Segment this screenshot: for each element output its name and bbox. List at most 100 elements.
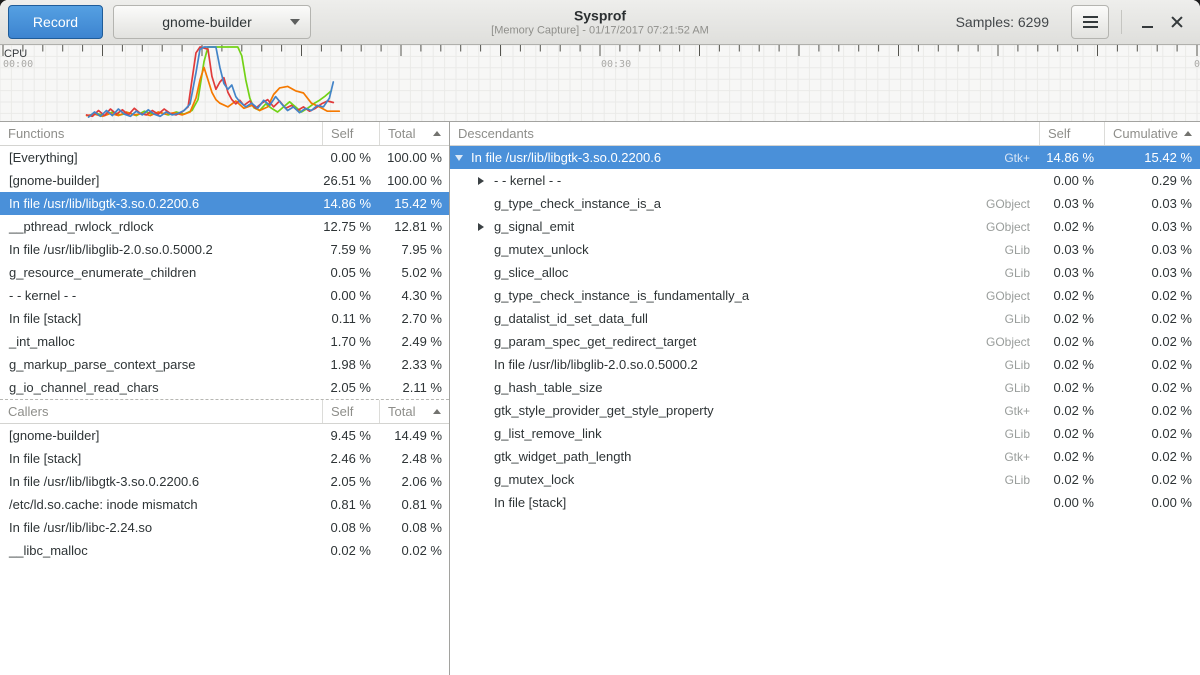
library-category-tag: Gtk+ bbox=[1004, 404, 1040, 418]
tree-row[interactable]: In file /usr/lib/libglib-2.0.so.0.5000.2… bbox=[450, 353, 1200, 376]
self-percent-cell: 0.02 % bbox=[1040, 403, 1105, 418]
descendant-label: gtk_style_provider_get_style_property bbox=[494, 403, 714, 418]
self-percent-cell: 0.00 % bbox=[323, 288, 380, 303]
tree-row[interactable]: g_hash_table_sizeGLib0.02 %0.02 % bbox=[450, 376, 1200, 399]
hamburger-menu-button[interactable] bbox=[1071, 5, 1109, 39]
library-category-tag: GLib bbox=[1005, 243, 1040, 257]
descendant-name-cell: g_type_check_instance_is_aGObject bbox=[450, 196, 1040, 211]
samples-count: Samples: 6299 bbox=[956, 14, 1049, 30]
self-percent-cell: 0.02 % bbox=[1040, 288, 1105, 303]
tree-row[interactable]: g_mutex_lockGLib0.02 %0.02 % bbox=[450, 468, 1200, 491]
tree-row[interactable]: In file /usr/lib/libgtk-3.so.0.2200.6Gtk… bbox=[450, 146, 1200, 169]
library-category-tag: GLib bbox=[1005, 381, 1040, 395]
table-row[interactable]: In file [stack]2.46 %2.48 % bbox=[0, 447, 449, 470]
total-percent-cell: 14.49 % bbox=[380, 428, 449, 443]
column-header-self[interactable]: Self bbox=[1040, 122, 1105, 145]
tree-row[interactable]: g_param_spec_get_redirect_targetGObject0… bbox=[450, 330, 1200, 353]
tree-row[interactable]: gtk_widget_path_lengthGtk+0.02 %0.02 % bbox=[450, 445, 1200, 468]
table-row[interactable]: In file /usr/lib/libglib-2.0.so.0.5000.2… bbox=[0, 238, 449, 261]
descendant-label: g_hash_table_size bbox=[494, 380, 602, 395]
tree-row[interactable]: g_mutex_unlockGLib0.03 %0.03 % bbox=[450, 238, 1200, 261]
descendant-label: gtk_widget_path_length bbox=[494, 449, 631, 464]
self-percent-cell: 0.02 % bbox=[1040, 426, 1105, 441]
table-row[interactable]: In file /usr/lib/libgtk-3.so.0.2200.614.… bbox=[0, 192, 449, 215]
cumulative-percent-cell: 0.03 % bbox=[1105, 219, 1200, 234]
column-header-cumulative[interactable]: Cumulative bbox=[1105, 122, 1200, 145]
cumulative-percent-cell: 0.02 % bbox=[1105, 426, 1200, 441]
cpu-usage-graph[interactable]: CPU 00:00 00:30 01:00 bbox=[0, 45, 1200, 122]
function-name-cell: In file /usr/lib/libgtk-3.so.0.2200.6 bbox=[0, 196, 323, 211]
cumulative-percent-cell: 0.02 % bbox=[1105, 449, 1200, 464]
table-row[interactable]: g_markup_parse_context_parse1.98 %2.33 % bbox=[0, 353, 449, 376]
cpu-graph-canvas[interactable] bbox=[0, 45, 1200, 121]
table-row[interactable]: [gnome-builder]26.51 %100.00 % bbox=[0, 169, 449, 192]
function-name-cell: [gnome-builder] bbox=[0, 173, 323, 188]
self-percent-cell: 0.08 % bbox=[323, 520, 380, 535]
descendant-label: - - kernel - - bbox=[494, 173, 561, 188]
column-header-self[interactable]: Self bbox=[323, 400, 380, 423]
tree-expander-icon[interactable] bbox=[478, 223, 494, 231]
tree-row[interactable]: g_type_check_instance_is_fundamentally_a… bbox=[450, 284, 1200, 307]
callers-table-header: Callers Self Total bbox=[0, 400, 449, 424]
tree-row[interactable]: g_datalist_id_set_data_fullGLib0.02 %0.0… bbox=[450, 307, 1200, 330]
function-name-cell: In file [stack] bbox=[0, 451, 323, 466]
column-header-functions[interactable]: Functions bbox=[0, 122, 323, 145]
self-percent-cell: 0.03 % bbox=[1040, 196, 1105, 211]
total-percent-cell: 2.70 % bbox=[380, 311, 449, 326]
tree-row[interactable]: g_list_remove_linkGLib0.02 %0.02 % bbox=[450, 422, 1200, 445]
total-percent-cell: 100.00 % bbox=[380, 150, 449, 165]
self-percent-cell: 0.02 % bbox=[1040, 380, 1105, 395]
total-percent-cell: 0.02 % bbox=[380, 543, 449, 558]
column-header-total[interactable]: Total bbox=[380, 400, 449, 423]
total-percent-cell: 2.33 % bbox=[380, 357, 449, 372]
table-row[interactable]: In file [stack]0.11 %2.70 % bbox=[0, 307, 449, 330]
column-header-total[interactable]: Total bbox=[380, 122, 449, 145]
self-percent-cell: 0.02 % bbox=[1040, 472, 1105, 487]
total-percent-cell: 7.95 % bbox=[380, 242, 449, 257]
total-percent-cell: 4.30 % bbox=[380, 288, 449, 303]
table-row[interactable]: __pthread_rwlock_rdlock12.75 %12.81 % bbox=[0, 215, 449, 238]
table-row[interactable]: __libc_malloc0.02 %0.02 % bbox=[0, 539, 449, 562]
descendant-name-cell: g_param_spec_get_redirect_targetGObject bbox=[450, 334, 1040, 349]
close-icon bbox=[1170, 15, 1184, 29]
minimize-button[interactable] bbox=[1132, 7, 1162, 37]
table-row[interactable]: g_resource_enumerate_children0.05 %5.02 … bbox=[0, 261, 449, 284]
close-button[interactable] bbox=[1162, 7, 1192, 37]
tree-row[interactable]: In file [stack]0.00 %0.00 % bbox=[450, 491, 1200, 514]
collapsed-triangle-icon bbox=[478, 223, 484, 231]
tree-row[interactable]: gtk_style_provider_get_style_property Gtk… bbox=[450, 399, 1200, 422]
table-row[interactable]: In file /usr/lib/libgtk-3.so.0.2200.62.0… bbox=[0, 470, 449, 493]
table-row[interactable]: g_io_channel_read_chars2.05 %2.11 % bbox=[0, 376, 449, 399]
table-row[interactable]: In file /usr/lib/libc-2.24.so0.08 %0.08 … bbox=[0, 516, 449, 539]
functions-list: [Everything]0.00 %100.00 %[gnome-builder… bbox=[0, 146, 449, 400]
table-row[interactable]: [Everything]0.00 %100.00 % bbox=[0, 146, 449, 169]
column-header-callers[interactable]: Callers bbox=[0, 400, 323, 423]
descendant-name-cell: g_signal_emitGObject bbox=[450, 219, 1040, 234]
process-selector-dropdown[interactable]: gnome-builder bbox=[113, 5, 311, 39]
tree-expander-icon[interactable] bbox=[455, 155, 471, 161]
descendant-name-cell: - - kernel - - bbox=[450, 173, 1040, 188]
table-row[interactable]: _int_malloc1.70 %2.49 % bbox=[0, 330, 449, 353]
tree-row[interactable]: - - kernel - -0.00 %0.29 % bbox=[450, 169, 1200, 192]
tree-expander-icon[interactable] bbox=[478, 177, 494, 185]
column-header-descendants[interactable]: Descendants bbox=[450, 122, 1040, 145]
tree-row[interactable]: g_slice_allocGLib0.03 %0.03 % bbox=[450, 261, 1200, 284]
column-header-self[interactable]: Self bbox=[323, 122, 380, 145]
header-right-controls: Samples: 6299 bbox=[956, 5, 1192, 39]
total-percent-cell: 2.48 % bbox=[380, 451, 449, 466]
library-category-tag: GLib bbox=[1005, 473, 1040, 487]
function-name-cell: [Everything] bbox=[0, 150, 323, 165]
descendant-label: g_type_check_instance_is_fundamentally_a bbox=[494, 288, 749, 303]
total-percent-cell: 0.08 % bbox=[380, 520, 449, 535]
function-name-cell: __libc_malloc bbox=[0, 543, 323, 558]
table-row[interactable]: /etc/ld.so.cache: inode mismatch0.81 %0.… bbox=[0, 493, 449, 516]
function-name-cell: In file [stack] bbox=[0, 311, 323, 326]
table-row[interactable]: [gnome-builder]9.45 %14.49 % bbox=[0, 424, 449, 447]
self-percent-cell: 0.02 % bbox=[1040, 449, 1105, 464]
library-category-tag: GObject bbox=[986, 335, 1040, 349]
tree-row[interactable]: g_type_check_instance_is_aGObject0.03 %0… bbox=[450, 192, 1200, 215]
record-button[interactable]: Record bbox=[8, 5, 103, 39]
collapsed-triangle-icon bbox=[478, 177, 484, 185]
table-row[interactable]: - - kernel - -0.00 %4.30 % bbox=[0, 284, 449, 307]
tree-row[interactable]: g_signal_emitGObject0.02 %0.03 % bbox=[450, 215, 1200, 238]
